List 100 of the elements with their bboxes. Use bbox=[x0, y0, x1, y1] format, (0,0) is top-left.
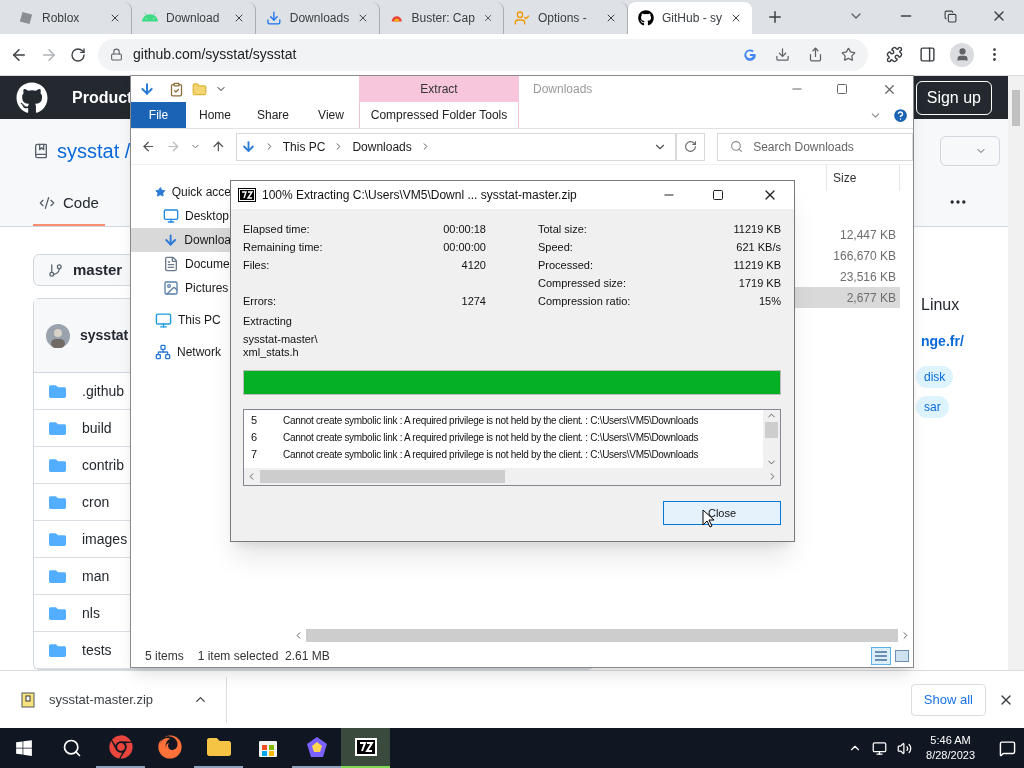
download-filename[interactable]: sysstat-master.zip bbox=[49, 689, 154, 710]
breadcrumb[interactable]: Downloads bbox=[352, 137, 412, 156]
folder-icon bbox=[49, 604, 66, 622]
folder-link[interactable]: man bbox=[82, 565, 110, 587]
tab-title: Download bbox=[166, 10, 221, 27]
cat-logo-icon[interactable] bbox=[16, 81, 48, 114]
nav-item[interactable]: This PC bbox=[131, 308, 231, 332]
ribbon-tab[interactable]: File bbox=[131, 102, 186, 128]
folder-link[interactable]: contrib bbox=[82, 454, 125, 476]
column-header[interactable]: Size bbox=[826, 165, 900, 191]
side-panel-icon[interactable] bbox=[919, 46, 936, 63]
nav-item[interactable]: Network bbox=[131, 340, 231, 364]
bookmark-star-icon[interactable] bbox=[841, 47, 856, 62]
branch-icon bbox=[48, 262, 63, 278]
help-icon[interactable] bbox=[892, 106, 909, 124]
scrollbar-thumb bbox=[765, 422, 778, 438]
person-icon bbox=[954, 47, 970, 62]
folder-icon bbox=[49, 530, 66, 548]
search-icon[interactable] bbox=[62, 738, 82, 758]
size-cell-text: 2,677 KB bbox=[846, 289, 896, 307]
log-message: Cannot create symbolic link : A required privilege is not held by the client. : C:\Users\VM5\Downloads bbox=[283, 448, 699, 462]
new-tab-icon[interactable] bbox=[766, 8, 784, 26]
person-check-icon bbox=[514, 10, 530, 26]
nav-item[interactable]: Downloa bbox=[131, 228, 231, 252]
ribbon-tab[interactable]: Compressed Folder Tools bbox=[359, 102, 519, 128]
close-icon[interactable] bbox=[233, 12, 245, 24]
folder-link[interactable]: .github bbox=[82, 380, 125, 402]
tab-title: GitHub - sy bbox=[662, 10, 722, 27]
website-link[interactable]: nge.fr/ bbox=[921, 331, 964, 352]
repo-owner[interactable]: sysstat / bbox=[57, 135, 131, 166]
ribbon-tab[interactable]: Share bbox=[244, 102, 302, 128]
install-icon[interactable] bbox=[775, 47, 790, 62]
topic-tag[interactable]: sar bbox=[916, 396, 949, 418]
topic-tag[interactable]: disk bbox=[916, 366, 954, 388]
close-icon[interactable] bbox=[730, 12, 742, 24]
nav-item[interactable]: Docume bbox=[131, 252, 231, 276]
url-text: github.com/sysstat/sysstat bbox=[133, 45, 298, 64]
context-tab-header: Extract bbox=[359, 76, 519, 102]
refresh-button[interactable] bbox=[675, 132, 706, 161]
code-tab[interactable]: Code bbox=[33, 182, 105, 226]
network-icon[interactable] bbox=[872, 740, 888, 756]
restore-icon[interactable] bbox=[944, 10, 957, 23]
stat-value: 11219 KB bbox=[733, 221, 781, 237]
breadcrumb[interactable]: This PC bbox=[282, 137, 326, 156]
close-icon[interactable] bbox=[605, 12, 617, 24]
close-icon[interactable] bbox=[357, 12, 369, 24]
nav-link[interactable]: Product bbox=[72, 85, 133, 110]
back-icon[interactable] bbox=[141, 139, 156, 154]
search-field[interactable]: Search Downloads bbox=[717, 132, 913, 161]
folder-icon bbox=[206, 735, 231, 759]
sign-up-button[interactable]: Sign up bbox=[915, 80, 992, 115]
stat-label: Processed: bbox=[538, 257, 594, 273]
desktop-icon bbox=[163, 208, 179, 224]
network-icon bbox=[155, 344, 171, 360]
folder-link[interactable]: images bbox=[82, 528, 128, 550]
stat-label: Compressed size: bbox=[538, 275, 627, 291]
thumbnail-view-icon[interactable] bbox=[895, 649, 909, 662]
address-field[interactable]: github.com/sysstat/sysstat bbox=[98, 38, 868, 71]
g-logo-icon[interactable] bbox=[743, 47, 757, 62]
puzzle-icon[interactable] bbox=[886, 46, 903, 63]
cat-logo-icon bbox=[638, 10, 654, 26]
firefox-icon bbox=[157, 735, 182, 759]
ribbon-tab[interactable]: Home bbox=[186, 102, 244, 128]
reload-icon[interactable] bbox=[70, 46, 86, 63]
folder-link[interactable]: nls bbox=[82, 602, 100, 624]
folder-icon bbox=[49, 456, 66, 474]
close-button[interactable]: Close bbox=[663, 501, 781, 525]
nav-item[interactable]: Quick acce bbox=[131, 180, 231, 204]
windows-logo-icon[interactable] bbox=[15, 739, 33, 757]
download-icon[interactable] bbox=[139, 81, 155, 97]
commit-author[interactable]: sysstat bbox=[80, 325, 129, 346]
nav-item[interactable]: Pictures bbox=[131, 276, 231, 300]
document-icon bbox=[163, 256, 179, 272]
nav-item[interactable]: Desktop bbox=[131, 204, 231, 228]
stat-value: 1719 KB bbox=[738, 275, 781, 291]
tab-title: Downloads bbox=[289, 10, 350, 27]
avatar bbox=[46, 323, 70, 348]
taskbar-app[interactable] bbox=[341, 728, 390, 768]
properties-icon[interactable] bbox=[169, 81, 184, 97]
close-icon[interactable] bbox=[109, 12, 121, 24]
stat-label: Compression ratio: bbox=[538, 293, 631, 309]
folder-link[interactable]: tests bbox=[82, 639, 112, 661]
dialog-title: 100% Extracting C:\Users\VM5\Downl ... sysstat-master.zip bbox=[262, 187, 577, 204]
notification-icon[interactable] bbox=[999, 739, 1016, 757]
up-icon[interactable] bbox=[211, 139, 226, 154]
volume-icon[interactable] bbox=[897, 740, 913, 756]
ribbon-tab[interactable]: View bbox=[302, 102, 360, 128]
address-field[interactable]: This PC Downloads bbox=[235, 132, 676, 161]
folder-link[interactable]: cron bbox=[82, 491, 110, 513]
clock[interactable]: 5:46 AM 8/28/2023 bbox=[926, 733, 975, 763]
share-icon[interactable] bbox=[808, 47, 823, 62]
folder-icon bbox=[49, 493, 66, 511]
profile-avatar[interactable] bbox=[950, 42, 974, 67]
show-all-button[interactable]: Show all bbox=[910, 683, 986, 716]
stat-value: 4120 bbox=[461, 257, 486, 273]
folder-link[interactable]: build bbox=[82, 417, 112, 439]
details-view-icon[interactable] bbox=[871, 646, 891, 665]
browser-tab[interactable]: GitHub - sy bbox=[628, 2, 752, 34]
maximize-icon[interactable] bbox=[712, 189, 724, 201]
archive-logo-icon bbox=[353, 737, 378, 757]
